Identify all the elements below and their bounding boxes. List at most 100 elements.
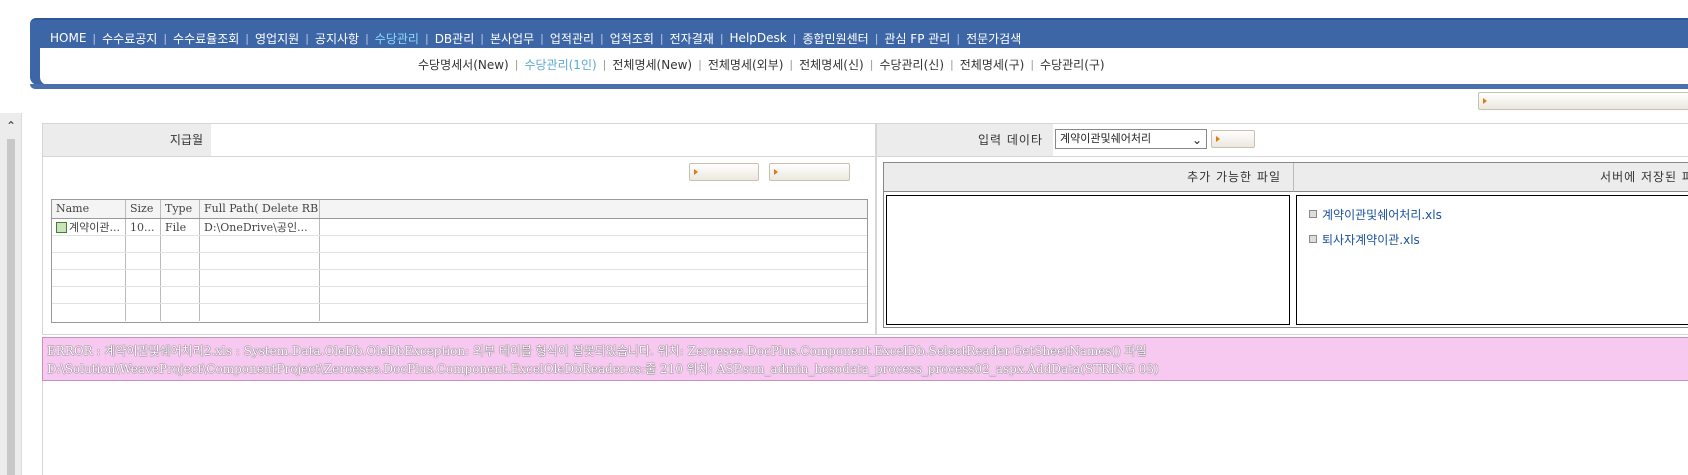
- main-menu-item[interactable]: 관심 FP 관리: [884, 30, 950, 47]
- selected-option: 계약이관및쉐어처리: [1060, 132, 1152, 145]
- menu-separator: |: [92, 31, 97, 45]
- menu-separator: |: [480, 31, 484, 45]
- cell-type: File: [161, 219, 200, 235]
- table-row: [52, 304, 867, 321]
- main-menu-item[interactable]: 종합민원센터: [802, 30, 868, 47]
- sub-menu-item[interactable]: 전체명세(구): [960, 56, 1025, 73]
- submenu-separator: |: [514, 57, 519, 71]
- main-menu: HOME | 수수료공지 | 수수료율조회 | 영업지원 | 공지사항 | 수당관리 | DB관리 | 본사…: [50, 28, 1021, 48]
- main-menu-item[interactable]: 수수료율조회: [173, 30, 239, 47]
- submenu-separator: |: [950, 57, 954, 71]
- arrow-right-icon: [1216, 136, 1220, 142]
- upload-panel: 지급월 Name Size Type Full Path( Delete RB.…: [42, 123, 876, 335]
- checkbox-icon[interactable]: [1309, 235, 1317, 243]
- submenu-separator: |: [869, 57, 874, 71]
- server-file-item[interactable]: 퇴사자계약이관.xls: [1309, 231, 1420, 248]
- submenu-separator: |: [602, 57, 607, 71]
- sub-menu-item[interactable]: 수당관리(신): [879, 56, 944, 73]
- main-menu-item[interactable]: 영업지원: [255, 30, 299, 47]
- error-line-1: ERROR : 계약이관및쉐어처리2.xls : System.Data.Ole…: [47, 344, 1147, 358]
- main-menu-item[interactable]: 전문가검색: [966, 30, 1021, 47]
- cell-name: 계약이관...: [52, 219, 126, 235]
- server-file-item[interactable]: 계약이관및쉐어처리.xls: [1309, 206, 1442, 223]
- table-row: [52, 270, 867, 287]
- input-data-panel: 입력 데이타 계약이관및쉐어처리 ⌄ 추가 가능한 파일 서버에 저장된 파일 …: [876, 123, 1688, 335]
- menu-separator: |: [424, 31, 429, 45]
- sub-menu: 수당명세서(New) | 수당관리(1인) | 전체명세(New) | 전체명세(외부) | 전…: [418, 54, 1105, 74]
- column-header-size[interactable]: Size: [126, 200, 161, 218]
- submenu-separator: |: [789, 57, 794, 71]
- column-header-type[interactable]: Type: [161, 200, 200, 218]
- main-menu-item[interactable]: 본사업무: [490, 30, 534, 47]
- error-line-2: D:\Solution\WeaveProject\ComponentProjec…: [47, 362, 1159, 376]
- main-menu-item[interactable]: 전자결재: [670, 30, 714, 47]
- pay-month-value: [211, 124, 875, 156]
- apply-button[interactable]: [1211, 130, 1255, 148]
- main-menu-item[interactable]: HelpDesk: [730, 31, 787, 45]
- left-scroll-strip: ⌃: [0, 113, 22, 475]
- menu-separator: |: [659, 31, 664, 45]
- sub-menu-item[interactable]: 전체명세(외부): [708, 56, 784, 73]
- sub-menu-panel: 수당명세서(New) | 수당관리(1인) | 전체명세(New) | 전체명세(외부) | 전…: [40, 48, 1688, 85]
- page: HOME | 수수료공지 | 수수료율조회 | 영업지원 | 공지사항 | 수당관리 | DB관리 | 본사…: [0, 0, 1688, 475]
- excel-file-icon: [56, 222, 67, 233]
- main-menu-item[interactable]: 업적관리: [550, 30, 594, 47]
- input-data-row: 입력 데이타 계약이관및쉐어처리 ⌄: [877, 124, 1688, 157]
- input-data-select[interactable]: 계약이관및쉐어처리 ⌄: [1055, 129, 1207, 149]
- file-grid[interactable]: Name Size Type Full Path( Delete RB... 계…: [51, 199, 868, 323]
- upload-file-button[interactable]: [769, 163, 850, 181]
- menu-separator: |: [719, 31, 724, 45]
- submenu-separator: |: [1030, 57, 1035, 71]
- menu-separator: |: [600, 31, 604, 45]
- add-file-button[interactable]: [689, 163, 759, 181]
- menu-separator: |: [956, 31, 961, 45]
- grid-header: Name Size Type Full Path( Delete RB...: [52, 200, 867, 219]
- column-header-name[interactable]: Name: [52, 200, 126, 218]
- table-row: [52, 236, 867, 253]
- menu-separator: |: [874, 31, 879, 45]
- chevron-up-icon[interactable]: ⌃: [4, 119, 18, 133]
- menu-separator: |: [540, 31, 544, 45]
- scrollbar-track[interactable]: [7, 139, 15, 475]
- submenu-separator: |: [698, 57, 702, 71]
- column-header-full-path[interactable]: Full Path( Delete RB...: [200, 200, 320, 218]
- sub-menu-item[interactable]: 수당명세서(New): [418, 56, 509, 73]
- sub-menu-item[interactable]: 전체명세(신): [799, 56, 864, 73]
- server-files-header: 서버에 저장된 파일: [1294, 163, 1688, 192]
- arrow-right-icon: [774, 169, 778, 175]
- files-box: 추가 가능한 파일 서버에 저장된 파일 계약이관및쉐어처리.xls 퇴사자계약…: [883, 162, 1688, 328]
- addable-files-header: 추가 가능한 파일: [884, 163, 1294, 192]
- sub-menu-item[interactable]: 수당관리(1인): [524, 56, 596, 73]
- sub-menu-item[interactable]: 수당관리(구): [1040, 56, 1105, 73]
- content-area: [42, 381, 1688, 475]
- cell-path: D:\OneDrive\공인...: [200, 219, 320, 235]
- main-navigation: HOME | 수수료공지 | 수수료율조회 | 영업지원 | 공지사항 | 수당관리 | DB관리 | 본사…: [30, 18, 1688, 89]
- main-menu-item[interactable]: 수당관리: [375, 30, 419, 47]
- menu-separator: |: [792, 31, 797, 45]
- main-menu-item[interactable]: 수수료공지: [102, 30, 157, 47]
- menu-separator: |: [305, 31, 309, 45]
- chevron-down-icon: ⌄: [1191, 133, 1202, 147]
- input-data-label: 입력 데이타: [877, 124, 1053, 156]
- arrow-right-icon: [694, 169, 698, 175]
- main-menu-item[interactable]: HOME: [50, 31, 86, 45]
- table-row: [52, 287, 867, 304]
- pay-month-row: 지급월: [43, 124, 875, 157]
- sub-menu-item[interactable]: 전체명세(New): [612, 56, 692, 73]
- menu-separator: |: [163, 31, 168, 45]
- checkbox-icon[interactable]: [1309, 210, 1317, 218]
- cell-size: 10...: [126, 219, 161, 235]
- main-menu-item[interactable]: 업적조회: [610, 30, 654, 47]
- arrow-right-icon: [1483, 98, 1487, 104]
- top-action-button[interactable]: [1478, 92, 1688, 110]
- menu-separator: |: [365, 31, 369, 45]
- pay-month-label: 지급월: [43, 124, 211, 156]
- addable-files-list[interactable]: [886, 195, 1290, 325]
- table-row: [52, 253, 867, 270]
- menu-separator: |: [245, 31, 250, 45]
- table-row[interactable]: 계약이관... 10... File D:\OneDrive\공인...: [52, 219, 867, 236]
- server-files-list[interactable]: 계약이관및쉐어처리.xls 퇴사자계약이관.xls: [1296, 195, 1688, 325]
- main-menu-item[interactable]: DB관리: [435, 30, 475, 47]
- error-message: ERROR : 계약이관및쉐어처리2.xls : System.Data.Ole…: [42, 337, 1688, 381]
- main-menu-item[interactable]: 공지사항: [315, 30, 359, 47]
